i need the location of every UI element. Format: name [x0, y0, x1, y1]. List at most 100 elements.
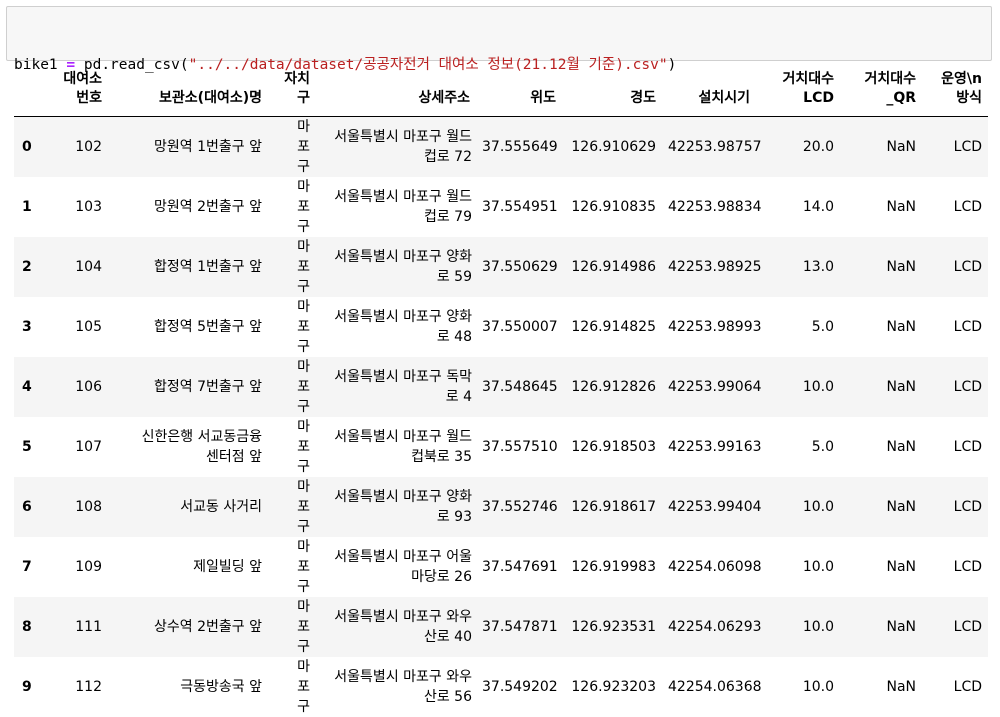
table-row: 2 104 합정역 1번출구 앞 마포구 서울특별시 마포구 양화로 59 37.5506… — [14, 237, 988, 297]
cell-text: 106 — [75, 379, 102, 395]
cell-text: 42253.98993 — [668, 319, 762, 335]
cell-text: 109 — [75, 559, 102, 575]
cell-text: 37.554951 — [482, 199, 558, 215]
cell-text: LCD — [953, 559, 982, 575]
station-number-cell: 112 — [42, 657, 108, 717]
cell-text: 서울특별시 마포구 양화로 93 — [334, 489, 472, 525]
cell-text: NaN — [886, 259, 916, 275]
cell-text: 107 — [75, 439, 102, 455]
cell-text: 37.550007 — [482, 319, 558, 335]
cell-text: LCD — [953, 379, 982, 395]
header-text: 경도 — [630, 90, 656, 106]
column-header-latitude: 위도 — [476, 66, 562, 117]
cell-text: NaN — [886, 559, 916, 575]
cell-text: 합정역 1번출구 앞 — [154, 259, 262, 275]
racks-qr-cell: NaN — [840, 597, 922, 657]
row-index: 4 — [22, 379, 32, 395]
operation-type-cell: LCD — [922, 357, 988, 417]
latitude-cell: 37.555649 — [476, 117, 562, 178]
racks-lcd-cell: 10.0 — [756, 657, 840, 717]
cell-text: 마포구 — [297, 239, 310, 295]
table-row: 6 108 서교동 사거리 마포구 서울특별시 마포구 양화로 93 37.552746 1… — [14, 477, 988, 537]
dataframe-table: 대여소 번호 보관소(대여소)명 자치 구 상세주소 위도 경도 설치시기 거치… — [14, 66, 988, 717]
cell-text: 37.549202 — [482, 679, 558, 695]
cell-text: 126.923531 — [571, 619, 656, 635]
station-number-cell: 111 — [42, 597, 108, 657]
table-row: 3 105 합정역 5번출구 앞 마포구 서울특별시 마포구 양화로 48 37.5500… — [14, 297, 988, 357]
station-name-cell: 망원역 1번출구 앞 — [108, 117, 268, 178]
cell-text: 상수역 2번출구 앞 — [154, 619, 262, 635]
cell-text: 42254.06293 — [668, 619, 762, 635]
address-cell: 서울특별시 마포구 와우산로 56 — [316, 657, 476, 717]
cell-text: NaN — [886, 139, 916, 155]
row-index: 5 — [22, 439, 32, 455]
cell-text: 10.0 — [802, 559, 834, 575]
column-header-operation-type: 운영\n 방식 — [922, 66, 988, 117]
row-index: 3 — [22, 319, 32, 335]
latitude-cell: 37.548645 — [476, 357, 562, 417]
cell-text: 13.0 — [802, 259, 834, 275]
racks-qr-cell: NaN — [840, 477, 922, 537]
cell-text: 126.914986 — [571, 259, 656, 275]
cell-text: 37.552746 — [482, 499, 558, 515]
latitude-cell: 37.552746 — [476, 477, 562, 537]
column-header-racks-qr: 거치대수 _QR — [840, 66, 922, 117]
cell-text: 서울특별시 마포구 양화로 59 — [334, 249, 472, 285]
cell-text: 서울특별시 마포구 와우산로 56 — [334, 669, 472, 705]
header-text: 거치대수 _QR — [864, 71, 916, 106]
district-cell: 마포구 — [268, 237, 316, 297]
header-text: 설치시기 — [698, 90, 750, 106]
station-number-cell: 104 — [42, 237, 108, 297]
cell-text: 105 — [75, 319, 102, 335]
header-text: 자치 구 — [284, 71, 310, 106]
cell-text: 서울특별시 마포구 와우산로 40 — [334, 609, 472, 645]
cell-text: 서교동 사거리 — [180, 499, 262, 515]
district-cell: 마포구 — [268, 297, 316, 357]
code-cell-input[interactable]: bike1 = pd.read_csv("../../data/dataset/… — [6, 6, 992, 136]
header-text: 거치대수 LCD — [782, 71, 834, 106]
cell-text: 102 — [75, 139, 102, 155]
cell-text: 37.555649 — [482, 139, 558, 155]
header-text: 상세주소 — [418, 90, 470, 106]
install-date-cell: 42254.06293 — [662, 597, 762, 657]
address-cell: 서울특별시 마포구 독막로 4 — [316, 357, 476, 417]
racks-qr-cell: NaN — [840, 177, 922, 237]
station-number-cell: 103 — [42, 177, 108, 237]
cell-text: 합정역 5번출구 앞 — [154, 319, 262, 335]
racks-lcd-cell: 14.0 — [756, 177, 840, 237]
cell-text: 42253.98834 — [668, 199, 762, 215]
cell-text: NaN — [886, 679, 916, 695]
operation-type-cell: LCD — [922, 537, 988, 597]
latitude-cell: 37.550007 — [476, 297, 562, 357]
station-number-cell: 109 — [42, 537, 108, 597]
station-name-cell: 합정역 1번출구 앞 — [108, 237, 268, 297]
latitude-cell: 37.557510 — [476, 417, 562, 477]
cell-text: 126.919983 — [571, 559, 656, 575]
cell-text: 108 — [75, 499, 102, 515]
column-header-longitude: 경도 — [562, 66, 662, 117]
station-number-cell: 108 — [42, 477, 108, 537]
cell-text: 42254.06368 — [668, 679, 762, 695]
racks-qr-cell: NaN — [840, 357, 922, 417]
racks-qr-cell: NaN — [840, 537, 922, 597]
cell-text: 126.910629 — [571, 139, 656, 155]
cell-text: LCD — [953, 259, 982, 275]
racks-lcd-cell: 20.0 — [756, 117, 840, 178]
cell-text: 37.548645 — [482, 379, 558, 395]
longitude-cell: 126.923531 — [562, 597, 662, 657]
cell-text: LCD — [953, 139, 982, 155]
cell-text: 126.918617 — [571, 499, 656, 515]
station-number-cell: 102 — [42, 117, 108, 178]
cell-text: 103 — [75, 199, 102, 215]
cell-text: 마포구 — [297, 599, 310, 655]
cell-text: 망원역 1번출구 앞 — [154, 139, 262, 155]
address-cell: 서울특별시 마포구 양화로 93 — [316, 477, 476, 537]
cell-text: NaN — [886, 199, 916, 215]
cell-text: 마포구 — [297, 479, 310, 535]
operation-type-cell: LCD — [922, 237, 988, 297]
cell-text: LCD — [953, 619, 982, 635]
station-number-cell: 105 — [42, 297, 108, 357]
row-index: 7 — [22, 559, 32, 575]
row-index: 8 — [22, 619, 32, 635]
column-header-station-number: 대여소 번호 — [42, 66, 108, 117]
